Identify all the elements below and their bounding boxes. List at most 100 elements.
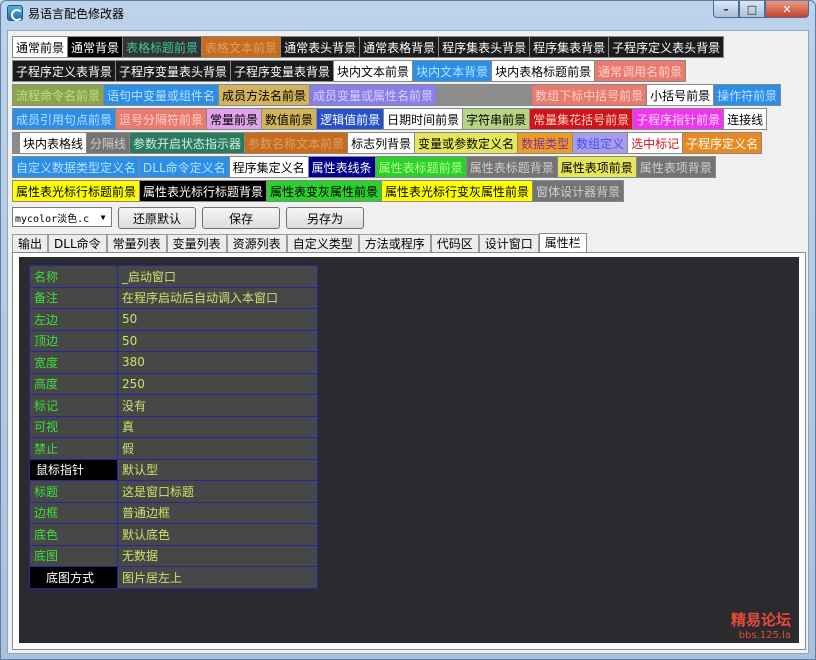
tab[interactable]: 设计窗口 xyxy=(478,234,539,253)
color-swatch[interactable]: 成员方法名前景 xyxy=(218,84,310,106)
color-swatch[interactable]: 块内表格线 xyxy=(19,132,87,154)
close-button[interactable]: ✕ xyxy=(765,1,809,18)
tab[interactable]: 方法或程序 xyxy=(358,234,431,253)
color-swatch[interactable]: 常量前景 xyxy=(206,108,262,130)
property-row[interactable]: 禁止假 xyxy=(29,437,318,460)
color-swatch[interactable]: 选中标记 xyxy=(627,132,683,154)
property-row[interactable]: 可视真 xyxy=(29,415,318,438)
color-swatch[interactable]: 程序集表头背景 xyxy=(438,36,530,58)
color-swatch[interactable]: 子程序变量表头背景 xyxy=(115,60,231,82)
color-swatch[interactable]: 参数名称文本前景 xyxy=(244,132,348,154)
color-swatch[interactable]: 块内表格标题前景 xyxy=(491,60,595,82)
color-swatch[interactable]: 程序集定义名 xyxy=(228,156,308,178)
property-value[interactable]: 图片居左上 xyxy=(117,566,318,589)
color-swatch[interactable]: 通常前景 xyxy=(12,36,68,58)
color-swatch[interactable]: 表格标题前景 xyxy=(122,36,202,58)
color-swatch[interactable]: 分隔线 xyxy=(86,132,130,154)
property-row[interactable]: 标题 这是窗口标题 xyxy=(29,480,318,503)
color-swatch[interactable]: 属性表线条 xyxy=(307,156,375,178)
property-row[interactable]: 高度 250 xyxy=(29,372,318,395)
color-swatch[interactable]: 属性表光标行变灰属性前景 xyxy=(381,180,533,202)
color-swatch[interactable]: 通常调用名前景 xyxy=(594,60,687,82)
color-swatch[interactable]: 参数开启状态指示器 xyxy=(129,132,245,154)
color-swatch[interactable]: 成员变量或属性名前景 xyxy=(309,84,437,106)
property-value[interactable]: _启动窗口 xyxy=(117,265,318,288)
color-swatch[interactable]: 通常背景 xyxy=(67,36,123,58)
color-swatch[interactable]: 子程序定义名 xyxy=(682,132,763,154)
color-swatch[interactable]: 数组定义 xyxy=(572,132,628,154)
property-row[interactable]: 备注 在程序启动后自动调入本窗口 xyxy=(29,286,318,309)
color-swatch[interactable]: 流程命令名前景 xyxy=(12,84,104,106)
property-value[interactable]: 在程序启动后自动调入本窗口 xyxy=(117,286,318,309)
color-swatch[interactable]: 程序集表背景 xyxy=(529,36,609,58)
color-swatch[interactable]: 标志列背景 xyxy=(347,132,415,154)
property-value[interactable]: 真 xyxy=(117,415,318,438)
property-row[interactable]: 边框 普通边框 xyxy=(29,501,318,524)
color-swatch[interactable]: 变量或参数定义名 xyxy=(414,132,518,154)
color-swatch[interactable]: 属性表标题前景 xyxy=(374,156,466,178)
dropdown-arrow-icon[interactable]: ▼ xyxy=(96,209,110,225)
tab[interactable]: 变量列表 xyxy=(166,234,227,253)
color-swatch[interactable]: 逗号分隔符前景 xyxy=(115,108,207,130)
color-swatch[interactable]: 属性表变灰属性前景 xyxy=(266,180,382,202)
tab[interactable]: 代码区 xyxy=(430,234,479,253)
tab[interactable]: 属性栏 xyxy=(538,233,587,253)
property-row[interactable]: 标记 没有 xyxy=(29,394,318,417)
color-swatch[interactable]: 逻辑值前景 xyxy=(316,108,384,130)
color-swatch[interactable]: 块内文本前景 xyxy=(333,60,413,82)
color-swatch[interactable]: 通常表头背景 xyxy=(280,36,360,58)
maximize-button[interactable]: □ xyxy=(739,1,765,18)
color-swatch[interactable]: 自定义数据类型定义名 xyxy=(12,156,140,178)
color-swatch[interactable]: 数据类型 xyxy=(517,132,573,154)
property-value[interactable]: 没有 xyxy=(117,394,318,417)
color-swatch[interactable] xyxy=(436,84,532,106)
color-swatch[interactable]: 子程序变量表背景 xyxy=(230,60,334,82)
tab[interactable]: 输出 xyxy=(12,234,49,253)
color-swatch[interactable]: 属性表项前景 xyxy=(556,156,636,178)
color-swatch[interactable]: DLL命令定义名 xyxy=(139,156,229,178)
tab[interactable]: 自定义类型 xyxy=(286,234,359,253)
property-value[interactable]: 无数据 xyxy=(117,544,318,567)
color-swatch[interactable]: 子程序定义表背景 xyxy=(12,60,116,82)
color-swatch[interactable]: 属性表光标行标题前景 xyxy=(12,180,140,202)
property-row[interactable]: 顶边 50 xyxy=(29,329,318,352)
color-swatch[interactable]: 语句中变量或组件名 xyxy=(103,84,219,106)
property-row[interactable]: 左边 50 xyxy=(29,308,318,331)
property-value[interactable]: 默认型 xyxy=(117,458,318,481)
color-swatch[interactable]: 块内文本背景 xyxy=(412,60,492,82)
color-swatch[interactable]: 子程序指针前景 xyxy=(632,108,724,130)
color-swatch[interactable]: 常量集花括号前景 xyxy=(529,108,633,130)
property-value[interactable]: 50 xyxy=(117,308,318,331)
property-row[interactable]: 底图 无数据 xyxy=(29,544,318,567)
restore-default-button[interactable]: 还原默认 xyxy=(118,207,196,229)
color-swatch[interactable]: 窗体设计器背景 xyxy=(532,180,625,202)
color-swatch[interactable]: 表格文本前景 xyxy=(201,36,281,58)
color-swatch[interactable]: 子程序定义表头背景 xyxy=(608,36,725,58)
property-value[interactable]: 默认底色 xyxy=(117,523,318,546)
property-row[interactable]: 鼠标指针 默认型 xyxy=(29,458,318,481)
property-value[interactable]: 这是窗口标题 xyxy=(117,480,318,503)
title-bar[interactable]: 易语言配色修改器 – □ ✕ xyxy=(1,1,815,27)
property-row[interactable]: 底色 默认底色 xyxy=(29,523,318,546)
tab[interactable]: DLL命令 xyxy=(48,234,107,253)
save-button[interactable]: 保存 xyxy=(202,207,280,229)
color-swatch[interactable]: 数组下标中括号前景 xyxy=(531,84,647,106)
save-as-button[interactable]: 另存为 xyxy=(286,207,364,229)
color-swatch[interactable]: 属性表标题背景 xyxy=(465,156,557,178)
tab[interactable]: 常量列表 xyxy=(106,234,167,253)
color-swatch[interactable]: 属性表项背景 xyxy=(635,156,716,178)
property-value[interactable]: 普通边框 xyxy=(117,501,318,524)
property-row[interactable]: 名称 _启动窗口 xyxy=(29,265,318,288)
color-swatch[interactable]: 连接线 xyxy=(723,108,768,130)
color-swatch[interactable]: 日期时间前景 xyxy=(383,108,463,130)
property-value[interactable]: 380 xyxy=(117,351,318,374)
color-swatch[interactable]: 小括号前景 xyxy=(646,84,714,106)
color-swatch[interactable]: 操作符前景 xyxy=(713,84,782,106)
color-swatch[interactable]: 字符串前景 xyxy=(462,108,530,130)
property-row[interactable]: 宽度 380 xyxy=(29,351,318,374)
scheme-select[interactable]: mycolor淡色.c ▼ xyxy=(12,207,112,227)
color-swatch[interactable]: 数值前景 xyxy=(261,108,317,130)
color-swatch[interactable]: 通常表格背景 xyxy=(359,36,439,58)
property-row[interactable]: 底图方式 图片居左上 xyxy=(29,566,318,589)
property-value[interactable]: 假 xyxy=(117,437,318,460)
